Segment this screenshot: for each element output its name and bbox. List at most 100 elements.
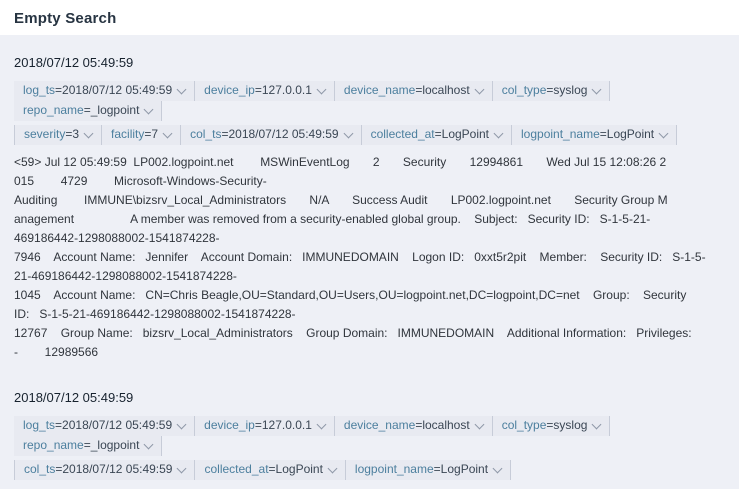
chevron-down-icon[interactable]: [177, 463, 187, 473]
log-entry-list: 2018/07/12 05:49:59 log_ts=2018/07/12 05…: [14, 55, 725, 489]
field-pill-col_ts[interactable]: col_ts=2018/07/12 05:49:59: [181, 125, 361, 145]
field-key: device_name: [344, 418, 415, 433]
field-value: 2018/07/12 05:49:59: [62, 462, 172, 477]
field-key: facility: [111, 127, 144, 142]
chevron-down-icon[interactable]: [144, 104, 154, 114]
field-key: repo_name: [23, 438, 84, 453]
field-pill-log_ts[interactable]: log_ts=2018/07/12 05:49:59: [14, 416, 195, 436]
equals-glyph: =: [55, 418, 62, 433]
field-value: _logpoint: [91, 438, 140, 453]
field-value: LogPoint: [441, 462, 488, 477]
field-pill-col_type[interactable]: col_type=syslog: [493, 416, 611, 436]
log-message-line: - 12989566: [14, 343, 725, 362]
field-key: collected_at: [371, 127, 435, 142]
field-value: 2018/07/12 05:49:59: [228, 127, 338, 142]
equals-glyph: =: [55, 462, 62, 477]
field-pill-collected_at[interactable]: collected_at=LogPoint: [362, 125, 512, 145]
field-key: severity: [24, 127, 65, 142]
equals-glyph: =: [55, 83, 62, 98]
field-key: log_ts: [23, 83, 55, 98]
equals-glyph: =: [415, 83, 422, 98]
field-row: log_ts=2018/07/12 05:49:59device_ip=127.…: [14, 81, 725, 121]
log-message-line: 015 4729 Microsoft-Windows-Security-: [14, 172, 725, 191]
chevron-down-icon[interactable]: [494, 128, 504, 138]
equals-glyph: =: [546, 83, 553, 98]
log-timestamp: 2018/07/12 05:49:59: [14, 55, 725, 70]
field-row: log_ts=2018/07/12 05:49:59device_ip=127.…: [14, 416, 725, 456]
field-key: collected_at: [204, 462, 268, 477]
field-value: LogPoint: [442, 127, 489, 142]
chevron-down-icon[interactable]: [84, 128, 94, 138]
field-pill-col_type[interactable]: col_type=syslog: [493, 81, 611, 101]
field-key: device_ip: [204, 83, 255, 98]
field-value: localhost: [422, 83, 469, 98]
log-message-line: 7946 Account Name: Jennifer Account Doma…: [14, 248, 725, 267]
equals-glyph: =: [84, 438, 91, 453]
equals-glyph: =: [65, 127, 72, 142]
field-pill-collected_at[interactable]: collected_at=LogPoint: [195, 460, 345, 480]
chevron-down-icon[interactable]: [592, 419, 602, 429]
page-title: Empty Search: [14, 10, 725, 27]
chevron-down-icon[interactable]: [474, 419, 484, 429]
log-fields: log_ts=2018/07/12 05:49:59device_ip=127.…: [14, 416, 725, 480]
equals-glyph: =: [600, 127, 607, 142]
field-key: logpoint_name: [521, 127, 600, 142]
field-pill-repo_name[interactable]: repo_name=_logpoint: [14, 436, 162, 456]
field-pill-repo_name[interactable]: repo_name=_logpoint: [14, 101, 162, 121]
field-key: device_name: [344, 83, 415, 98]
chevron-down-icon[interactable]: [177, 419, 187, 429]
field-value: 127.0.0.1: [262, 418, 312, 433]
field-pill-device_ip[interactable]: device_ip=127.0.0.1: [195, 416, 335, 436]
chevron-down-icon[interactable]: [316, 419, 326, 429]
field-pill-facility[interactable]: facility=7: [102, 125, 181, 145]
log-message-line: anagement A member was removed from a se…: [14, 210, 725, 229]
chevron-down-icon[interactable]: [163, 128, 173, 138]
log-message-line: 12767 Group Name: bizsrv_Local_Administr…: [14, 324, 725, 343]
field-pill-log_ts[interactable]: log_ts=2018/07/12 05:49:59: [14, 81, 195, 101]
field-key: col_ts: [190, 127, 221, 142]
field-value: syslog: [553, 83, 587, 98]
search-results-panel: 2018/07/12 05:49:59 log_ts=2018/07/12 05…: [0, 35, 739, 489]
field-value: _logpoint: [91, 103, 140, 118]
equals-glyph: =: [415, 418, 422, 433]
field-row: col_ts=2018/07/12 05:49:59collected_at=L…: [14, 460, 725, 480]
field-value: LogPoint: [276, 462, 323, 477]
log-entry: 2018/07/12 05:49:59 log_ts=2018/07/12 05…: [14, 55, 725, 362]
field-value: 3: [72, 127, 79, 142]
field-pill-device_name[interactable]: device_name=localhost: [335, 81, 493, 101]
log-message-line: 469186442-1298088002-1541874228-: [14, 229, 725, 248]
field-key: device_ip: [204, 418, 255, 433]
equals-glyph: =: [434, 462, 441, 477]
field-key: col_type: [502, 83, 547, 98]
chevron-down-icon[interactable]: [343, 128, 353, 138]
log-message: <59> Jul 12 05:49:59 LP002.logpoint.net …: [14, 153, 725, 362]
chevron-down-icon[interactable]: [493, 463, 503, 473]
log-message-line: ID: S-1-5-21-469186442-1298088002-154187…: [14, 305, 725, 324]
field-pill-col_ts[interactable]: col_ts=2018/07/12 05:49:59: [14, 460, 195, 480]
field-value: 2018/07/12 05:49:59: [62, 83, 172, 98]
equals-glyph: =: [84, 103, 91, 118]
chevron-down-icon[interactable]: [474, 84, 484, 94]
equals-glyph: =: [144, 127, 151, 142]
log-message-line: Auditing IMMUNE\bizsrv_Local_Administrat…: [14, 191, 725, 210]
log-message-line: 1045 Account Name: CN=Chris Beagle,OU=St…: [14, 286, 725, 305]
field-key: log_ts: [23, 418, 55, 433]
chevron-down-icon[interactable]: [316, 84, 326, 94]
field-pill-device_ip[interactable]: device_ip=127.0.0.1: [195, 81, 335, 101]
equals-glyph: =: [546, 418, 553, 433]
field-value: 7: [151, 127, 158, 142]
field-value: syslog: [553, 418, 587, 433]
field-key: col_type: [502, 418, 547, 433]
field-pill-logpoint_name[interactable]: logpoint_name=LogPoint: [512, 125, 677, 145]
field-key: col_ts: [24, 462, 55, 477]
field-pill-device_name[interactable]: device_name=localhost: [335, 416, 493, 436]
chevron-down-icon[interactable]: [592, 84, 602, 94]
chevron-down-icon[interactable]: [659, 128, 669, 138]
field-key: repo_name: [23, 103, 84, 118]
chevron-down-icon[interactable]: [144, 439, 154, 449]
chevron-down-icon[interactable]: [327, 463, 337, 473]
field-value: 2018/07/12 05:49:59: [62, 418, 172, 433]
field-pill-logpoint_name[interactable]: logpoint_name=LogPoint: [346, 460, 511, 480]
chevron-down-icon[interactable]: [177, 84, 187, 94]
field-pill-severity[interactable]: severity=3: [14, 125, 102, 145]
